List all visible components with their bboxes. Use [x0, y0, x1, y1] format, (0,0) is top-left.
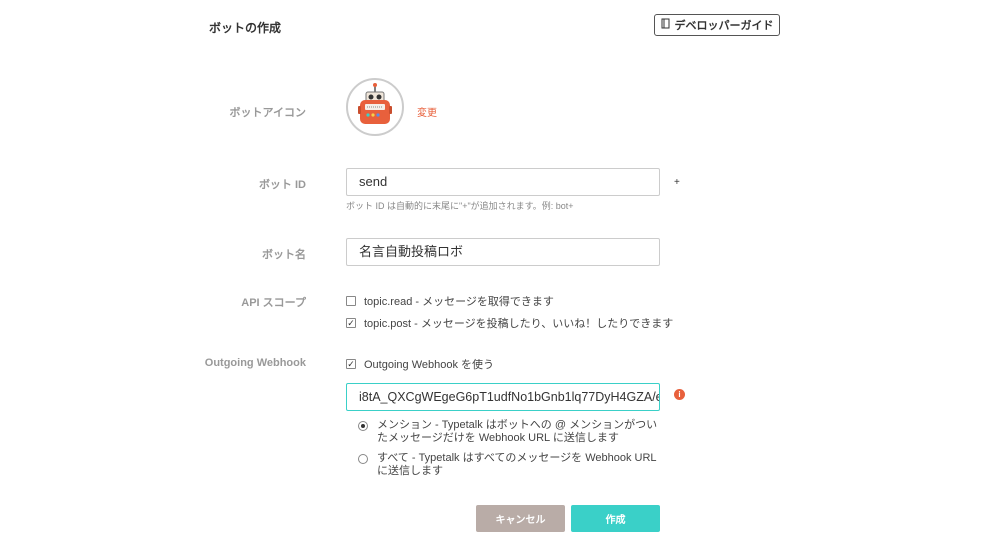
- scope-topic-read[interactable]: topic.read - メッセージを取得できます: [346, 293, 554, 309]
- info-icon[interactable]: i: [674, 389, 685, 400]
- bot-avatar: [346, 78, 404, 136]
- webhook-mode-mention[interactable]: メンション - Typetalk はボットへの @ メンションがついたメッセージ…: [358, 419, 658, 445]
- bot-id-hint: ボット ID は自動的に末尾に"+"が追加されます。例: bot+: [346, 201, 574, 211]
- mention-mode-label: メンション - Typetalk はボットへの @ メンションがついたメッセージ…: [377, 419, 658, 444]
- webhook-mode-all[interactable]: すべて - Typetalk はすべてのメッセージを Webhook URL に…: [358, 452, 658, 478]
- bot-name-label: ボット名: [262, 249, 306, 261]
- webhook-use-option[interactable]: ✓ Outgoing Webhook を使う: [346, 356, 494, 372]
- mention-radio[interactable]: [358, 421, 368, 431]
- topic-read-checkbox[interactable]: [346, 296, 356, 306]
- create-button[interactable]: 作成: [571, 505, 660, 532]
- cancel-button[interactable]: キャンセル: [476, 505, 565, 532]
- webhook-url-input[interactable]: i8tA_QXCgWEgeG6pT1udfNo1bGnb1lq77DyH4GZA…: [346, 383, 660, 411]
- topic-read-label: topic.read - メッセージを取得できます: [364, 296, 554, 308]
- bot-icon-label: ボットアイコン: [229, 107, 306, 119]
- robot-icon: [358, 83, 392, 124]
- change-icon-link[interactable]: 変更: [417, 104, 437, 119]
- topic-post-checkbox[interactable]: ✓: [346, 318, 356, 328]
- api-scope-label: API スコープ: [241, 297, 306, 309]
- developer-guide-label: デベロッパーガイド: [674, 20, 774, 32]
- book-icon: [661, 18, 671, 32]
- bot-id-label: ボット ID: [258, 179, 306, 191]
- page-title: ボットの作成: [209, 21, 282, 35]
- all-mode-label: すべて - Typetalk はすべてのメッセージを Webhook URL に…: [377, 452, 657, 477]
- webhook-use-checkbox[interactable]: ✓: [346, 359, 356, 369]
- topic-post-label: topic.post - メッセージを投稿したり、いいね！したりできます: [364, 318, 674, 330]
- webhook-label: Outgoing Webhook: [204, 357, 306, 369]
- webhook-use-label: Outgoing Webhook を使う: [364, 359, 495, 371]
- scope-topic-post[interactable]: ✓ topic.post - メッセージを投稿したり、いいね！したりできます: [346, 315, 673, 331]
- bot-id-suffix: +: [674, 177, 680, 188]
- bot-name-input[interactable]: 名言自動投稿ロボ: [346, 238, 660, 266]
- all-radio[interactable]: [358, 454, 368, 464]
- bot-id-input[interactable]: send: [346, 168, 660, 196]
- developer-guide-button[interactable]: デベロッパーガイド: [654, 14, 780, 36]
